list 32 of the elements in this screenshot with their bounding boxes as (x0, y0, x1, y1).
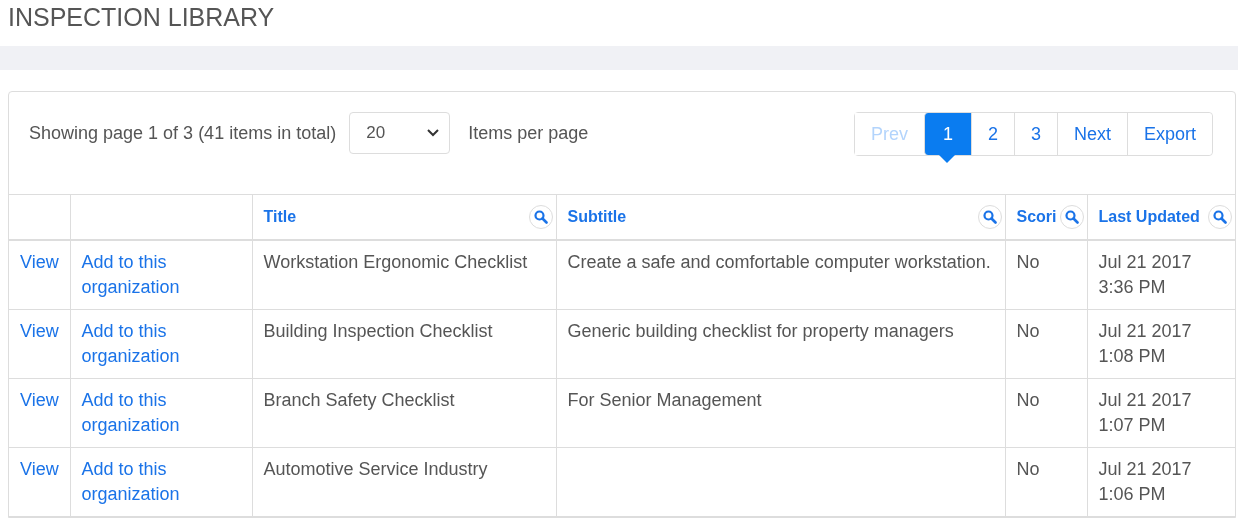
pager-button[interactable]: 1 (923, 113, 971, 155)
date-text: Jul 21 2017 (1098, 250, 1193, 274)
scoring-cell: No (1016, 458, 1040, 479)
pager-button[interactable]: Export (1126, 113, 1212, 155)
title-cell: Workstation Ergonomic Checklist (263, 251, 528, 272)
title-cell: Branch Safety Checklist (263, 389, 455, 410)
title-cell: Automotive Service Industry (263, 458, 488, 479)
page-size-select[interactable]: 20 (349, 112, 451, 154)
title-cell: Building Inspection Checklist (263, 320, 493, 341)
time-text: 1:08 PM (1098, 344, 1167, 368)
page-size-label: Items per page (468, 122, 589, 145)
scoring-cell: No (1016, 320, 1040, 341)
subtitle-cell: Generic building checklist for property managers (567, 320, 954, 341)
view-link[interactable]: View (20, 389, 59, 410)
time-text: 3:36 PM (1098, 275, 1167, 299)
chevron-down-icon (427, 129, 440, 137)
column-header[interactable]: Subtitle (567, 204, 627, 229)
time-text: 1:06 PM (1098, 482, 1167, 506)
date-text: Jul 21 2017 (1098, 457, 1193, 481)
page-title: INSPECTION LIBRARY (7, 2, 276, 33)
date-text: Jul 21 2017 (1098, 319, 1193, 343)
subtitle-cell: Create a safe and comfortable computer workstation. (567, 251, 991, 272)
view-link[interactable]: View (20, 251, 59, 272)
pager-summary: Showing page 1 of 3 (41 items in total) (29, 122, 337, 145)
scoring-cell: No (1016, 389, 1040, 410)
column-header[interactable]: Title (263, 204, 297, 229)
view-link[interactable]: View (20, 320, 59, 341)
date-text: Jul 21 2017 (1098, 388, 1193, 412)
time-text: 1:07 PM (1098, 413, 1167, 437)
subtitle-cell: For Senior Management (567, 389, 762, 410)
view-link[interactable]: View (20, 458, 59, 479)
scoring-cell: No (1016, 251, 1040, 272)
